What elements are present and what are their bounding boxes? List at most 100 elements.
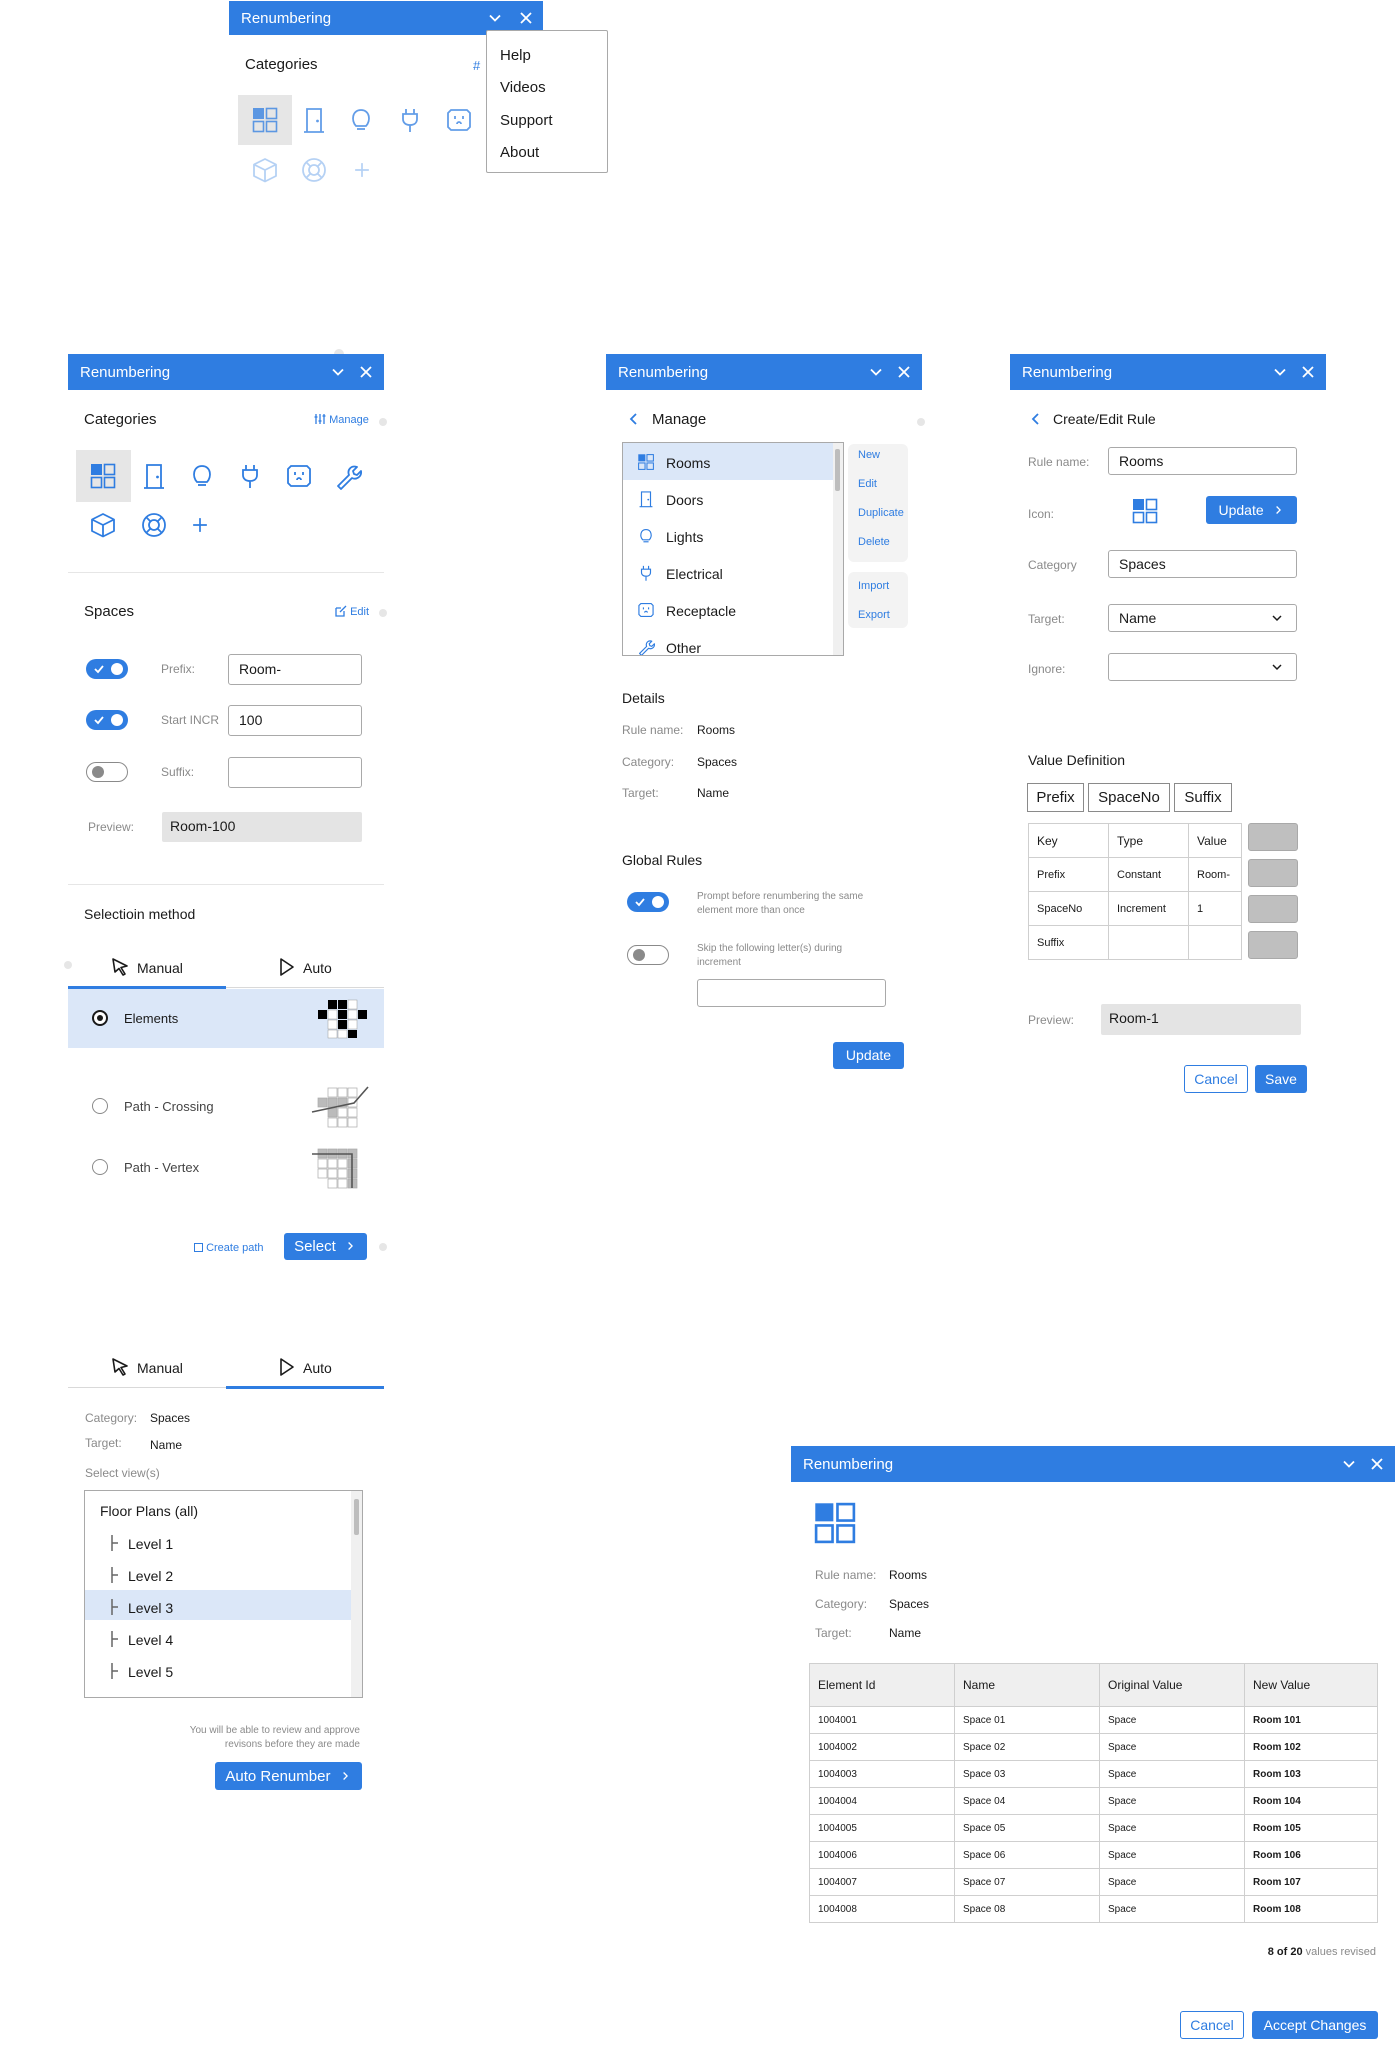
skip-toggle[interactable] bbox=[627, 945, 669, 965]
chip-prefix[interactable]: Prefix bbox=[1027, 783, 1084, 812]
cube-icon[interactable] bbox=[89, 511, 117, 539]
table-row[interactable]: SpaceNo Increment 1 bbox=[1028, 891, 1242, 926]
table-row[interactable]: 1004005 Space 05 Space Room 105 bbox=[809, 1814, 1378, 1842]
table-row[interactable]: 1004003 Space 03 Space Room 103 bbox=[809, 1760, 1378, 1788]
chevron-down-icon[interactable] bbox=[1270, 362, 1290, 382]
suffix-toggle[interactable] bbox=[86, 762, 128, 782]
action-import[interactable]: Import bbox=[858, 580, 889, 592]
chevron-down-icon[interactable] bbox=[866, 362, 886, 382]
menu-item-help[interactable]: Help bbox=[500, 47, 531, 64]
tree-item-level-1[interactable]: Level 1 bbox=[128, 1536, 173, 1552]
auto-renumber-button[interactable]: Auto Renumber bbox=[215, 1762, 362, 1790]
menu-item-about[interactable]: About bbox=[500, 144, 539, 161]
rule-list[interactable]: Rooms Doors Lights Electrical Receptacle… bbox=[622, 442, 844, 656]
cancel-button[interactable]: Cancel bbox=[1184, 1065, 1248, 1093]
icon-update-button[interactable]: Update bbox=[1206, 496, 1297, 524]
cell-value[interactable] bbox=[1188, 925, 1242, 960]
bulb-icon[interactable] bbox=[188, 462, 216, 490]
action-export[interactable]: Export bbox=[858, 609, 890, 621]
list-item-other[interactable]: Other bbox=[666, 640, 701, 655]
receptacle-icon[interactable] bbox=[285, 462, 313, 490]
row-action-button[interactable] bbox=[1248, 931, 1298, 959]
action-delete[interactable]: Delete bbox=[858, 536, 890, 548]
chevron-down-icon[interactable] bbox=[485, 8, 505, 28]
action-duplicate[interactable]: Duplicate bbox=[858, 507, 904, 519]
radio-path-crossing[interactable] bbox=[92, 1098, 108, 1114]
back-chevron-icon[interactable] bbox=[624, 409, 644, 429]
close-icon[interactable] bbox=[1298, 362, 1318, 382]
table-row[interactable]: Prefix Constant Room- bbox=[1028, 857, 1242, 892]
plus-icon[interactable] bbox=[350, 158, 374, 182]
table-row[interactable]: 1004001 Space 01 Space Room 101 bbox=[809, 1706, 1378, 1734]
prompt-toggle[interactable] bbox=[627, 892, 669, 912]
manage-icon[interactable]: # bbox=[473, 58, 480, 73]
action-new[interactable]: New bbox=[858, 449, 880, 461]
prefix-toggle[interactable] bbox=[86, 659, 128, 679]
edit-link[interactable]: Edit bbox=[335, 605, 369, 618]
chevron-down-icon[interactable] bbox=[1339, 1454, 1359, 1474]
list-item-lights[interactable]: Lights bbox=[666, 529, 703, 545]
table-row[interactable]: 1004008 Space 08 Space Room 108 bbox=[809, 1895, 1378, 1923]
close-icon[interactable] bbox=[516, 8, 536, 28]
start-input[interactable]: 100 bbox=[228, 705, 362, 736]
plug-icon[interactable] bbox=[236, 462, 264, 490]
tree-root[interactable]: Floor Plans (all) bbox=[100, 1503, 198, 1519]
tree-item-level-3[interactable]: Level 3 bbox=[128, 1600, 173, 1616]
save-button[interactable]: Save bbox=[1255, 1065, 1307, 1093]
close-icon[interactable] bbox=[356, 362, 376, 382]
cell-value[interactable]: 1 bbox=[1188, 891, 1242, 926]
suffix-input[interactable] bbox=[228, 757, 362, 788]
cancel-button[interactable]: Cancel bbox=[1180, 2011, 1244, 2039]
plus-icon[interactable] bbox=[188, 513, 212, 537]
tree-item-level-2[interactable]: Level 2 bbox=[128, 1568, 173, 1584]
tab-manual[interactable]: Manual bbox=[68, 1348, 226, 1388]
tab-manual[interactable]: Manual bbox=[68, 948, 226, 988]
table-row[interactable]: 1004004 Space 04 Space Room 104 bbox=[809, 1787, 1378, 1815]
tab-auto[interactable]: Auto bbox=[226, 1348, 384, 1388]
close-icon[interactable] bbox=[894, 362, 914, 382]
door-icon[interactable] bbox=[140, 462, 168, 490]
rooms-icon[interactable] bbox=[89, 462, 117, 490]
tab-auto[interactable]: Auto bbox=[226, 948, 384, 988]
table-row[interactable]: 1004006 Space 06 Space Room 106 bbox=[809, 1841, 1378, 1869]
update-button[interactable]: Update bbox=[833, 1042, 904, 1069]
table-row[interactable]: 1004002 Space 02 Space Room 102 bbox=[809, 1733, 1378, 1761]
row-action-button[interactable] bbox=[1248, 859, 1298, 887]
scrollbar-thumb[interactable] bbox=[354, 1499, 359, 1535]
rule-name-input[interactable]: Rooms bbox=[1108, 447, 1297, 475]
menu-item-videos[interactable]: Videos bbox=[500, 79, 546, 96]
back-chevron-icon[interactable] bbox=[1026, 409, 1046, 429]
create-path-link[interactable]: Create path bbox=[194, 1242, 264, 1254]
select-button[interactable]: Select bbox=[284, 1233, 367, 1260]
skip-letters-input[interactable] bbox=[697, 979, 886, 1007]
scrollbar-thumb[interactable] bbox=[835, 449, 840, 491]
chip-spaceno[interactable]: SpaceNo bbox=[1088, 783, 1170, 812]
radio-elements[interactable] bbox=[92, 1010, 108, 1026]
row-action-button[interactable] bbox=[1248, 823, 1298, 851]
lifering-icon[interactable] bbox=[140, 511, 168, 539]
close-icon[interactable] bbox=[1367, 1454, 1387, 1474]
category-input[interactable]: Spaces bbox=[1108, 550, 1297, 578]
tree-item-level-5[interactable]: Level 5 bbox=[128, 1664, 173, 1680]
chip-suffix[interactable]: Suffix bbox=[1174, 783, 1232, 812]
cell-value[interactable]: Room- bbox=[1188, 857, 1242, 892]
table-row[interactable]: 1004007 Space 07 Space Room 107 bbox=[809, 1868, 1378, 1896]
table-row[interactable]: Suffix bbox=[1028, 925, 1242, 960]
view-tree[interactable]: Floor Plans (all) Level 1 Level 2 Level … bbox=[84, 1490, 363, 1698]
menu-item-support[interactable]: Support bbox=[500, 112, 553, 129]
receptacle-icon[interactable] bbox=[445, 106, 473, 134]
start-toggle[interactable] bbox=[86, 710, 128, 730]
rooms-icon[interactable] bbox=[251, 106, 279, 134]
bulb-icon[interactable] bbox=[347, 106, 375, 134]
radio-path-vertex[interactable] bbox=[92, 1159, 108, 1175]
target-select[interactable]: Name bbox=[1108, 604, 1297, 632]
plug-icon[interactable] bbox=[396, 106, 424, 134]
prefix-input[interactable]: Room- bbox=[228, 654, 362, 685]
list-item-doors[interactable]: Doors bbox=[666, 492, 703, 508]
ignore-select[interactable] bbox=[1108, 653, 1297, 681]
action-edit[interactable]: Edit bbox=[858, 478, 877, 490]
list-item-receptacle[interactable]: Receptacle bbox=[666, 603, 736, 619]
list-item-rooms[interactable]: Rooms bbox=[666, 455, 710, 471]
wrench-icon[interactable] bbox=[334, 462, 362, 490]
chevron-down-icon[interactable] bbox=[328, 362, 348, 382]
